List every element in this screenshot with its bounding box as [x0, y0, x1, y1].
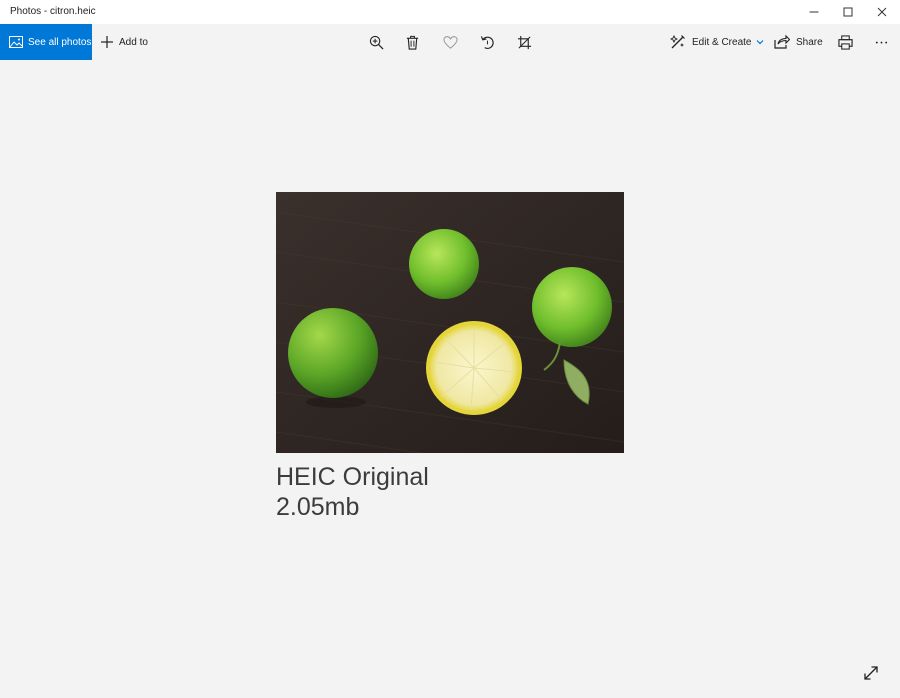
share-button[interactable]: Share: [774, 24, 823, 60]
more-icon: [875, 41, 887, 43]
chevron-down-icon: [756, 39, 764, 45]
window-title: Photos - citron.heic: [10, 6, 96, 17]
edit-create-icon: [670, 34, 686, 50]
print-icon: [837, 34, 853, 50]
share-label: Share: [796, 36, 823, 48]
rotate-icon: [480, 35, 494, 49]
expand-icon: [864, 666, 878, 680]
zoom-button[interactable]: [366, 32, 386, 52]
delete-icon: [406, 35, 418, 50]
picture-icon: [9, 35, 23, 49]
see-all-photos-button[interactable]: See all photos: [0, 24, 92, 60]
add-to-label: Add to: [119, 36, 148, 48]
crop-icon: [517, 35, 531, 49]
fullscreen-button[interactable]: [862, 664, 882, 684]
photo-view[interactable]: [276, 192, 624, 453]
caption-line-size: 2.05mb: [276, 493, 360, 521]
caption-line-format: HEIC Original: [276, 463, 429, 491]
edit-create-label: Edit & Create: [692, 36, 752, 48]
edit-create-button[interactable]: Edit & Create: [670, 24, 764, 60]
more-button[interactable]: [871, 32, 891, 52]
favorite-icon: [442, 35, 458, 49]
close-button[interactable]: [865, 0, 899, 24]
share-icon: [774, 34, 790, 50]
favorite-button[interactable]: [440, 32, 460, 52]
delete-button[interactable]: [402, 32, 422, 52]
see-all-photos-label: See all photos: [28, 36, 92, 48]
minimize-button[interactable]: [797, 0, 831, 24]
photo-caption: HEIC Original 2.05mb: [276, 462, 429, 522]
rotate-button[interactable]: [477, 32, 497, 52]
lime-photo: [276, 192, 624, 453]
title-bar: Photos - citron.heic: [0, 0, 900, 25]
print-button[interactable]: [835, 32, 855, 52]
zoom-icon: [369, 35, 384, 50]
toolbar: See all photos Add to Edit & Create Shar…: [0, 24, 900, 60]
plus-icon: [100, 35, 114, 49]
add-to-button[interactable]: Add to: [100, 24, 148, 60]
maximize-button[interactable]: [831, 0, 865, 24]
crop-button[interactable]: [514, 32, 534, 52]
